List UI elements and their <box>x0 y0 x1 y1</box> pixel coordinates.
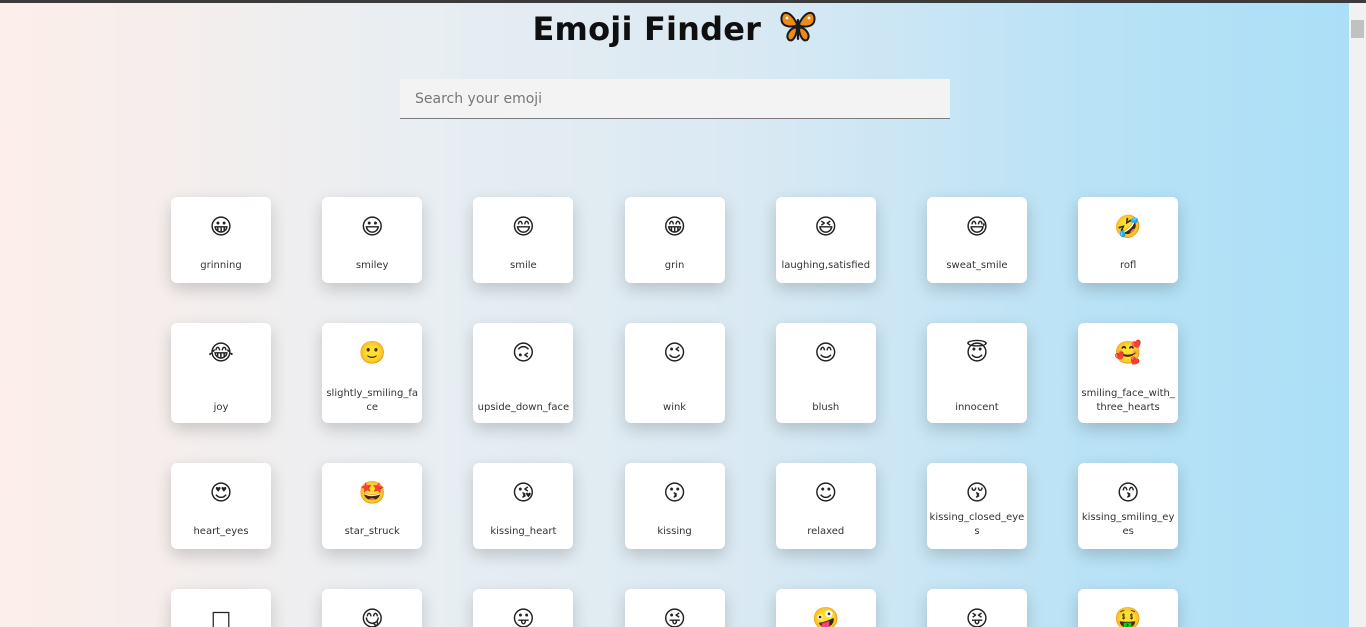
emoji-label: grinning <box>200 260 242 271</box>
emoji-glyph: 🤣 <box>1114 215 1142 240</box>
emoji-card[interactable]: 🙃 upside_down_face <box>473 323 574 423</box>
emoji-row: 😍 heart_eyes 🤩 star_struck 😘 kissing_heart 😗 ki… <box>171 463 1179 549</box>
emoji-label: wink <box>663 402 687 413</box>
emoji-card[interactable]: 🤩 star_struck <box>322 463 423 549</box>
emoji-card[interactable]: 😅 sweat_smile <box>926 197 1027 283</box>
emoji-card[interactable]: 🤪 <box>775 589 876 627</box>
emoji-card[interactable]: 😗 kissing <box>624 463 725 549</box>
emoji-glyph: 🤩 <box>358 481 386 506</box>
emoji-row: □ 😋 😛 😜 🤪 😝 🤑 <box>171 589 1179 627</box>
emoji-label: rofl <box>1119 260 1137 271</box>
emoji-glyph: 😋 <box>360 607 384 627</box>
scrollbar-thumb[interactable] <box>1351 20 1364 38</box>
emoji-glyph: 😙 <box>1116 481 1140 506</box>
emoji-glyph: 😇 <box>965 341 989 366</box>
emoji-label: grin <box>664 260 685 271</box>
butterfly-icon <box>779 9 817 54</box>
emoji-card[interactable]: 😙 kissing_smiling_eyes <box>1078 463 1179 549</box>
emoji-glyph: 😅 <box>965 215 989 240</box>
page-title: Emoji Finder <box>0 7 1349 54</box>
emoji-card[interactable]: 🤑 <box>1078 589 1179 627</box>
emoji-label: kissing_smiling_eyes <box>1081 512 1175 537</box>
emoji-label: slightly_smiling_face <box>326 388 419 413</box>
emoji-card[interactable]: 😄 smile <box>473 197 574 283</box>
emoji-card[interactable]: 😊 blush <box>775 323 876 423</box>
emoji-row: 😀 grinning 😃 smiley 😄 smile 😁 grin 😆 laughing,sat… <box>171 197 1179 283</box>
emoji-card[interactable]: 🤣 rofl <box>1078 197 1179 283</box>
search-input[interactable] <box>400 79 950 119</box>
emoji-card[interactable]: 😁 grin <box>624 197 725 283</box>
emoji-glyph: 😀 <box>209 215 233 240</box>
emoji-glyph: 😛 <box>511 607 535 627</box>
emoji-card[interactable]: 🥰 smiling_face_with_three_hearts <box>1078 323 1179 423</box>
emoji-label: innocent <box>955 402 999 413</box>
emoji-card[interactable]: 😋 <box>322 589 423 627</box>
emoji-label: blush <box>812 402 840 413</box>
emoji-card[interactable]: 😂 joy <box>171 323 271 423</box>
emoji-glyph: 🙃 <box>511 341 535 366</box>
emoji-label: joy <box>213 402 229 413</box>
emoji-card[interactable]: 😀 grinning <box>171 197 271 283</box>
emoji-card[interactable]: 🙂 slightly_smiling_face <box>322 323 423 423</box>
emoji-card[interactable]: 😝 <box>926 589 1027 627</box>
emoji-glyph: 😊 <box>814 341 838 366</box>
emoji-glyph: 😃 <box>360 215 384 240</box>
emoji-glyph: 😗 <box>663 481 687 506</box>
emoji-glyph: 😁 <box>663 215 687 240</box>
emoji-label: upside_down_face <box>477 402 570 413</box>
emoji-card[interactable]: 😜 <box>624 589 725 627</box>
emoji-label: smiling_face_with_three_hearts <box>1081 388 1175 413</box>
emoji-glyph: 😘 <box>511 481 535 506</box>
emoji-row: 😂 joy 🙂 slightly_smiling_face 🙃 upside_down_f… <box>171 323 1179 423</box>
emoji-glyph: 🤑 <box>1114 607 1142 627</box>
emoji-label: heart_eyes <box>193 526 249 537</box>
emoji-label: smile <box>510 260 537 271</box>
emoji-glyph: 😉 <box>663 341 687 366</box>
emoji-card[interactable]: 😛 <box>473 589 574 627</box>
emoji-glyph: 😚 <box>965 481 989 506</box>
emoji-glyph: 🙂 <box>358 341 386 366</box>
emoji-card[interactable]: 😉 wink <box>624 323 725 423</box>
emoji-glyph: 😆 <box>814 215 838 240</box>
emoji-label: relaxed <box>807 526 845 537</box>
emoji-glyph: 🥰 <box>1114 341 1142 366</box>
emoji-glyph: 😂 <box>208 341 234 366</box>
emoji-label: kissing_closed_eyes <box>929 512 1025 537</box>
emoji-label: kissing_heart <box>490 526 557 537</box>
emoji-card[interactable]: 😍 heart_eyes <box>171 463 271 549</box>
emoji-label: laughing,satisfied <box>781 260 871 271</box>
emoji-glyph: 😄 <box>511 215 535 240</box>
emoji-card[interactable]: ☺ relaxed <box>775 463 876 549</box>
emoji-card[interactable]: 😆 laughing,satisfied <box>775 197 876 283</box>
emoji-glyph: □ <box>210 607 232 627</box>
emoji-label: sweat_smile <box>946 260 1008 271</box>
emoji-glyph: 😝 <box>965 607 989 627</box>
scrollbar[interactable] <box>1349 3 1366 627</box>
emoji-label: star_struck <box>344 526 400 537</box>
title-text: Emoji Finder <box>532 10 762 48</box>
emoji-label: kissing <box>657 526 692 537</box>
emoji-card[interactable]: 😇 innocent <box>926 323 1027 423</box>
emoji-glyph: 😜 <box>663 607 687 627</box>
emoji-glyph: ☺ <box>814 481 838 506</box>
emoji-card[interactable]: 😘 kissing_heart <box>473 463 574 549</box>
emoji-label: smiley <box>355 260 389 271</box>
emoji-card[interactable]: 😃 smiley <box>322 197 423 283</box>
emoji-card[interactable]: □ <box>171 589 271 627</box>
page: Emoji Finder 😀 grinning 😃 smiley 😄 smile 😁 grin… <box>0 3 1349 627</box>
emoji-glyph: 😍 <box>209 481 233 506</box>
emoji-glyph: 🤪 <box>812 607 840 627</box>
emoji-card[interactable]: 😚 kissing_closed_eyes <box>926 463 1027 549</box>
